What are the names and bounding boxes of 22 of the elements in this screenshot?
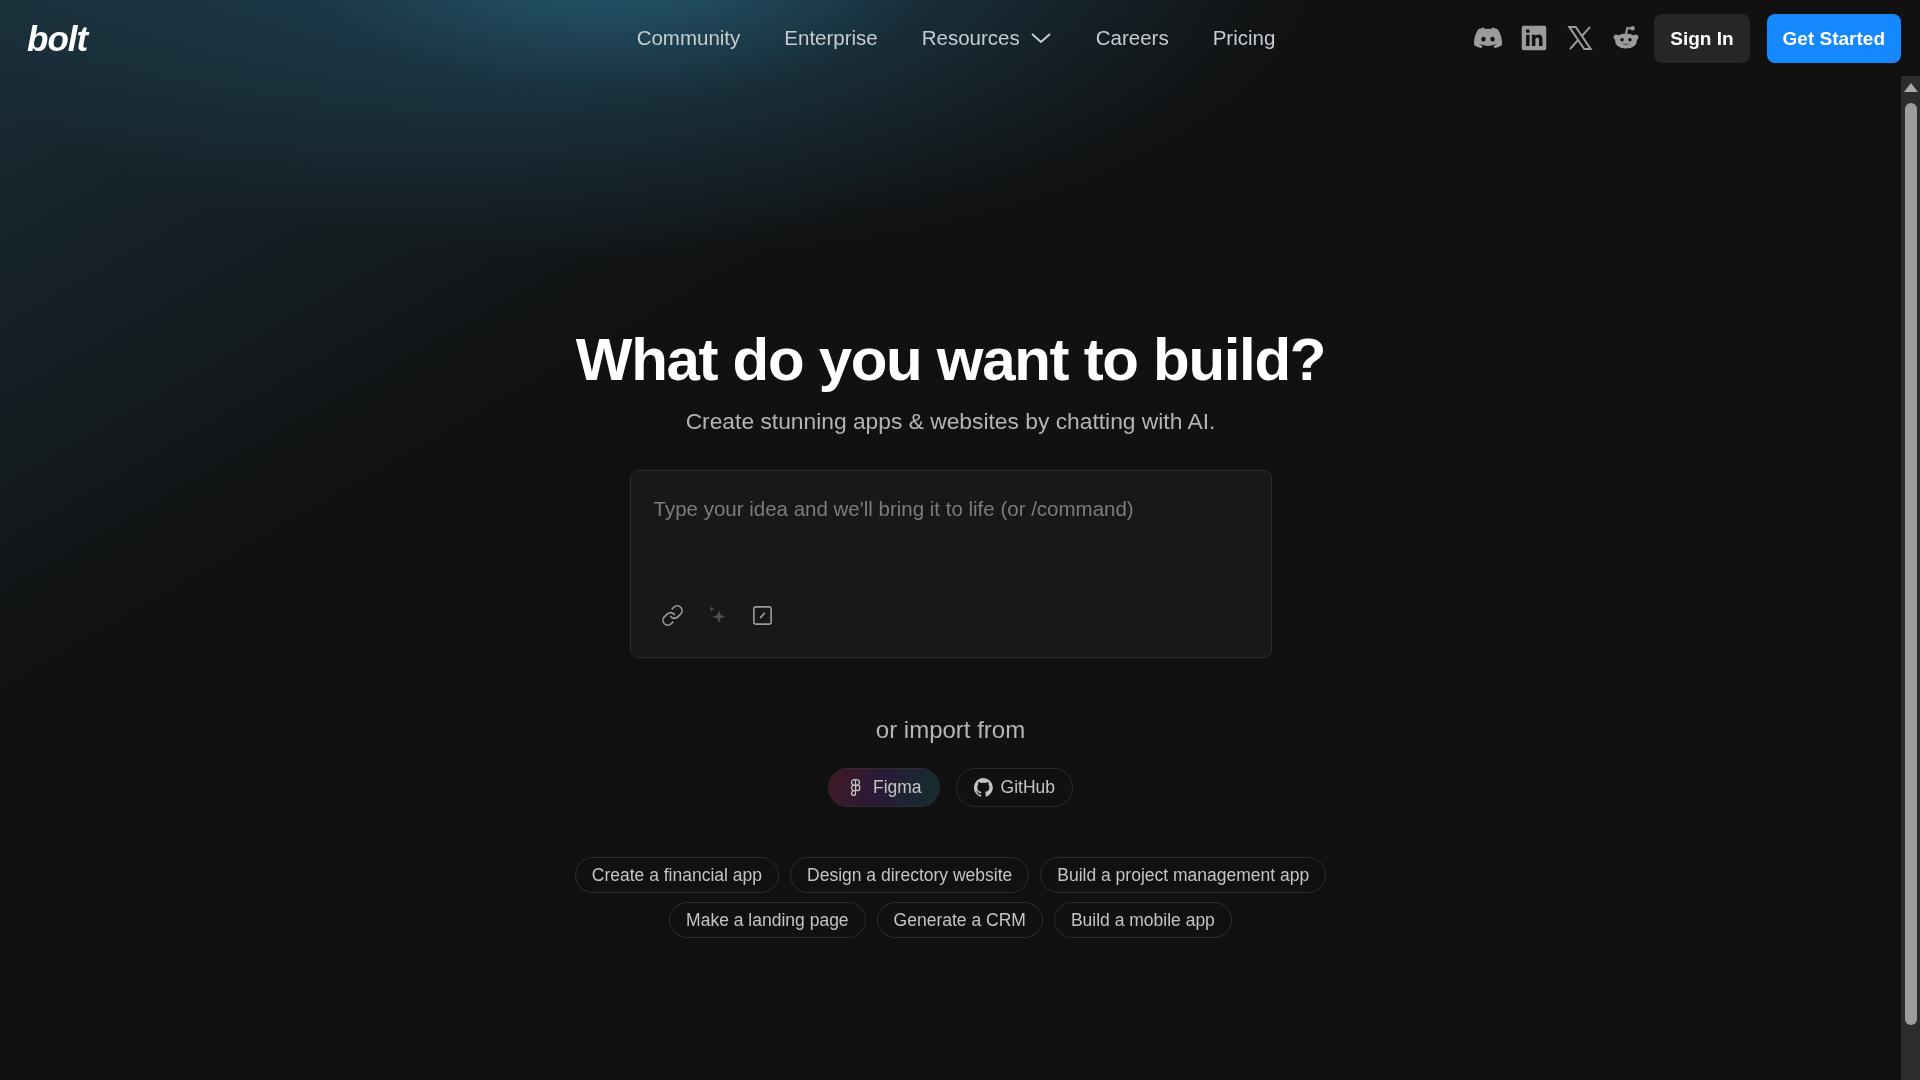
caret-icon (1029, 32, 1052, 44)
nav-link[interactable]: Enterprise (784, 24, 878, 52)
import-label: or import from (875, 715, 1026, 744)
link-icon[interactable] (660, 604, 684, 627)
github-icon (973, 778, 993, 797)
get-started-button[interactable]: Get Started (1766, 13, 1901, 63)
prompt-input[interactable]: Type your idea and we'll bring it to life (or /command) (630, 471, 1271, 598)
sign-in-button[interactable]: Sign In (1654, 13, 1750, 63)
nav-link[interactable]: Careers (1095, 24, 1169, 52)
nav-link[interactable]: Community (636, 24, 741, 52)
import-button[interactable]: Figma (827, 768, 940, 807)
logo[interactable]: bolt (27, 20, 88, 56)
nav-dropdown[interactable]: Resources (921, 24, 1052, 52)
nav-link[interactable]: Pricing (1212, 24, 1276, 52)
x-logo-icon[interactable] (1566, 24, 1595, 52)
prompt-field[interactable]: Type your idea and we'll bring it to life (or /command) (629, 470, 1272, 658)
linkedin-icon[interactable] (1520, 24, 1549, 52)
hero-subtitle: Create stunning apps & websites by chatting with AI. (685, 407, 1216, 436)
hero-title: What do you want to build? (575, 325, 1326, 395)
slash-square-icon[interactable] (750, 604, 774, 627)
scroll-up-arrow-icon[interactable] (1903, 83, 1918, 92)
scrollbar-thumb[interactable] (1904, 103, 1917, 1025)
